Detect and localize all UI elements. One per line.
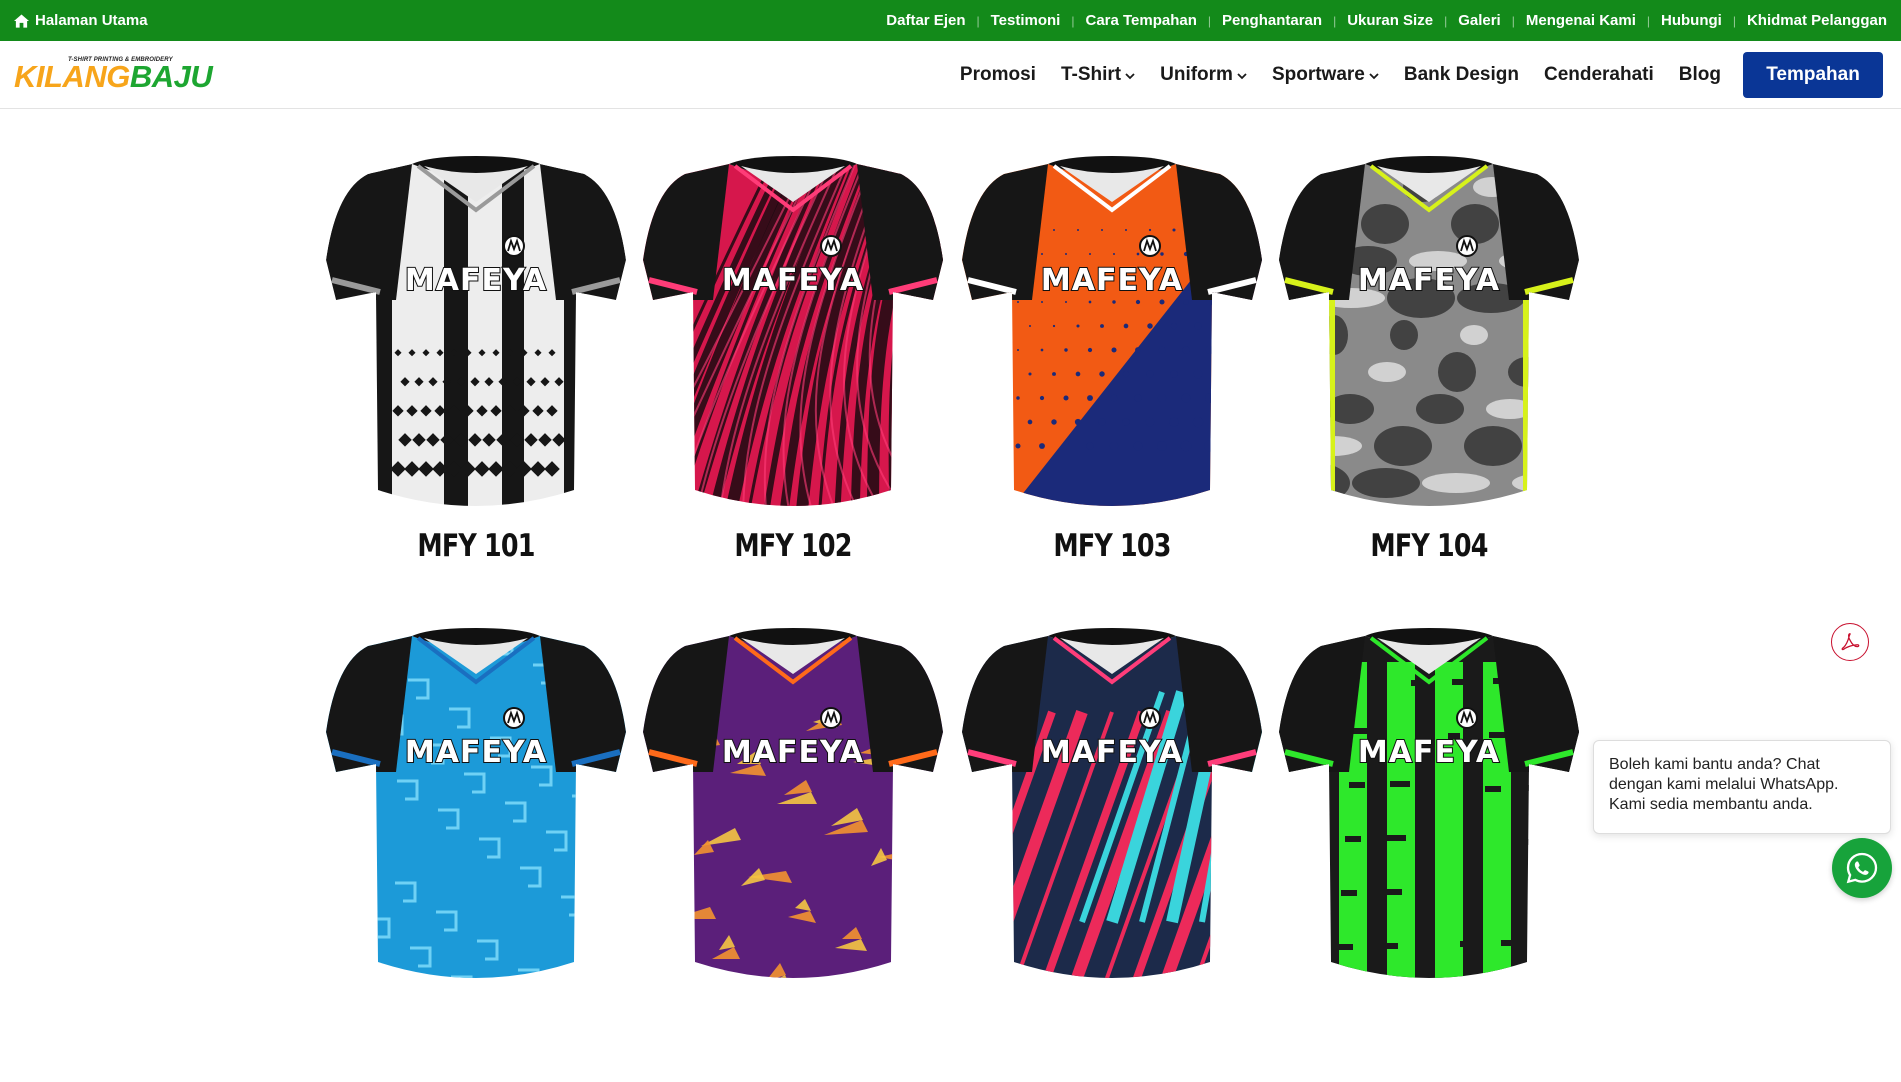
pdf-button[interactable] bbox=[1831, 623, 1869, 661]
jersey-image[interactable]: MAFEYA bbox=[641, 150, 945, 520]
jersey-image[interactable]: MAFEYA bbox=[960, 150, 1264, 520]
jersey-brand-text: MAFEYA bbox=[405, 263, 547, 298]
jersey-brand-text: MAFEYA bbox=[1041, 263, 1183, 298]
chevron-down-icon bbox=[1237, 72, 1247, 79]
nav-item-promosi[interactable]: Promosi bbox=[960, 64, 1036, 86]
separator: | bbox=[976, 13, 980, 28]
top-link-khidmat-pelanggan[interactable]: Khidmat Pelanggan bbox=[1747, 12, 1887, 29]
nav-item-label: Promosi bbox=[959, 63, 1036, 85]
product-code: MFY 102 bbox=[734, 528, 852, 564]
nav-item-tshirt[interactable]: T-Shirt bbox=[1061, 64, 1135, 86]
product-code: MFY 103 bbox=[1053, 528, 1171, 564]
jersey-image[interactable]: MAFEYA bbox=[324, 150, 628, 520]
chevron-down-icon bbox=[1369, 72, 1379, 79]
separator: | bbox=[1207, 13, 1212, 28]
home-link[interactable]: Halaman Utama bbox=[14, 12, 148, 29]
nav-item-label: Uniform bbox=[1160, 63, 1233, 85]
separator: | bbox=[1071, 13, 1075, 28]
jersey-brand-text: MAFEYA bbox=[405, 735, 547, 770]
jersey-image[interactable]: MAFEYA bbox=[1277, 622, 1581, 992]
nav-item-blog[interactable]: Blog bbox=[1679, 64, 1721, 86]
main-menu: Promosi T-Shirt Uniform Sportware Bank D… bbox=[960, 51, 1883, 98]
tempahan-button[interactable]: Tempahan bbox=[1743, 51, 1883, 98]
jersey-brand-text: MAFEYA bbox=[1358, 263, 1500, 298]
nav-item-cenderahati[interactable]: Cenderahati bbox=[1544, 64, 1654, 86]
product-card[interactable]: MAFEYA MFY 103 bbox=[954, 150, 1270, 610]
jersey-image[interactable]: MAFEYA bbox=[324, 622, 628, 992]
top-link-penghantaran[interactable]: Penghantaran bbox=[1222, 12, 1322, 29]
separator: | bbox=[1732, 13, 1736, 28]
jersey-image[interactable]: MAFEYA bbox=[641, 622, 945, 992]
product-card[interactable]: MAFEYA MFY 104 bbox=[1271, 150, 1587, 610]
pdf-icon bbox=[1841, 633, 1860, 651]
product-card[interactable]: MAFEYA bbox=[635, 622, 951, 1082]
product-card[interactable]: MAFEYA bbox=[1271, 622, 1587, 1082]
separator: | bbox=[1444, 13, 1448, 28]
chevron-down-icon bbox=[1125, 72, 1135, 79]
nav-item-label: Sportware bbox=[1271, 63, 1365, 85]
jersey-image[interactable]: MAFEYA bbox=[960, 622, 1264, 992]
jersey-brand-text: MAFEYA bbox=[1041, 735, 1183, 770]
logo-wordmark: KILANGBAJU bbox=[14, 59, 213, 94]
logo-word-part1: KILANG bbox=[14, 59, 130, 94]
jersey-brand-text: MAFEYA bbox=[722, 735, 864, 770]
product-card[interactable]: MAFEYA MFY 101 bbox=[318, 150, 634, 610]
top-link-mengenai-kami[interactable]: Mengenai Kami bbox=[1526, 12, 1636, 29]
main-navbar: T-SHIRT PRINTING & EMBROIDERY KILANGBAJU… bbox=[0, 41, 1901, 109]
home-link-label: Halaman Utama bbox=[35, 12, 148, 29]
nav-item-label: Blog bbox=[1678, 63, 1721, 85]
top-links: Daftar Ejen | Testimoni | Cara Tempahan | P… bbox=[886, 12, 1887, 29]
nav-item-label: Cenderahati bbox=[1543, 63, 1654, 85]
product-code: MFY 101 bbox=[417, 528, 535, 564]
product-card[interactable]: MAFEYA MFY 102 bbox=[635, 150, 951, 610]
product-card[interactable]: MAFEYA bbox=[954, 622, 1270, 1082]
top-link-galeri[interactable]: Galeri bbox=[1458, 12, 1501, 29]
product-card[interactable]: MAFEYA bbox=[318, 622, 634, 1082]
home-icon bbox=[14, 13, 29, 28]
whatsapp-button[interactable] bbox=[1832, 838, 1892, 898]
top-link-daftar-ejen[interactable]: Daftar Ejen bbox=[886, 12, 965, 29]
top-link-hubungi[interactable]: Hubungi bbox=[1661, 12, 1722, 29]
top-utility-bar: Halaman Utama Daftar Ejen | Testimoni | Ca… bbox=[0, 0, 1901, 41]
nav-item-sportware[interactable]: Sportware bbox=[1272, 64, 1379, 86]
jersey-brand-text: MAFEYA bbox=[722, 263, 864, 298]
jersey-brand-text: MAFEYA bbox=[1358, 735, 1500, 770]
nav-item-uniform[interactable]: Uniform bbox=[1160, 64, 1247, 86]
nav-item-bank-design[interactable]: Bank Design bbox=[1404, 64, 1519, 86]
whatsapp-chat-bubble[interactable]: Boleh kami bantu anda? Chat dengan kami … bbox=[1593, 740, 1891, 834]
separator: | bbox=[1333, 13, 1337, 28]
nav-item-label: T-Shirt bbox=[1060, 63, 1122, 85]
jersey-image[interactable]: MAFEYA bbox=[1277, 150, 1581, 520]
top-link-ukuran-size[interactable]: Ukuran Size bbox=[1347, 12, 1433, 29]
top-link-cara-tempahan[interactable]: Cara Tempahan bbox=[1085, 12, 1196, 29]
top-link-testimoni[interactable]: Testimoni bbox=[991, 12, 1061, 29]
product-code: MFY 104 bbox=[1370, 528, 1488, 564]
whatsapp-icon bbox=[1846, 852, 1878, 884]
separator: | bbox=[1646, 13, 1651, 28]
nav-item-label: Bank Design bbox=[1403, 63, 1519, 85]
site-logo[interactable]: T-SHIRT PRINTING & EMBROIDERY KILANGBAJU bbox=[14, 57, 213, 94]
separator: | bbox=[1511, 13, 1515, 28]
logo-word-part2: BAJU bbox=[129, 59, 213, 94]
